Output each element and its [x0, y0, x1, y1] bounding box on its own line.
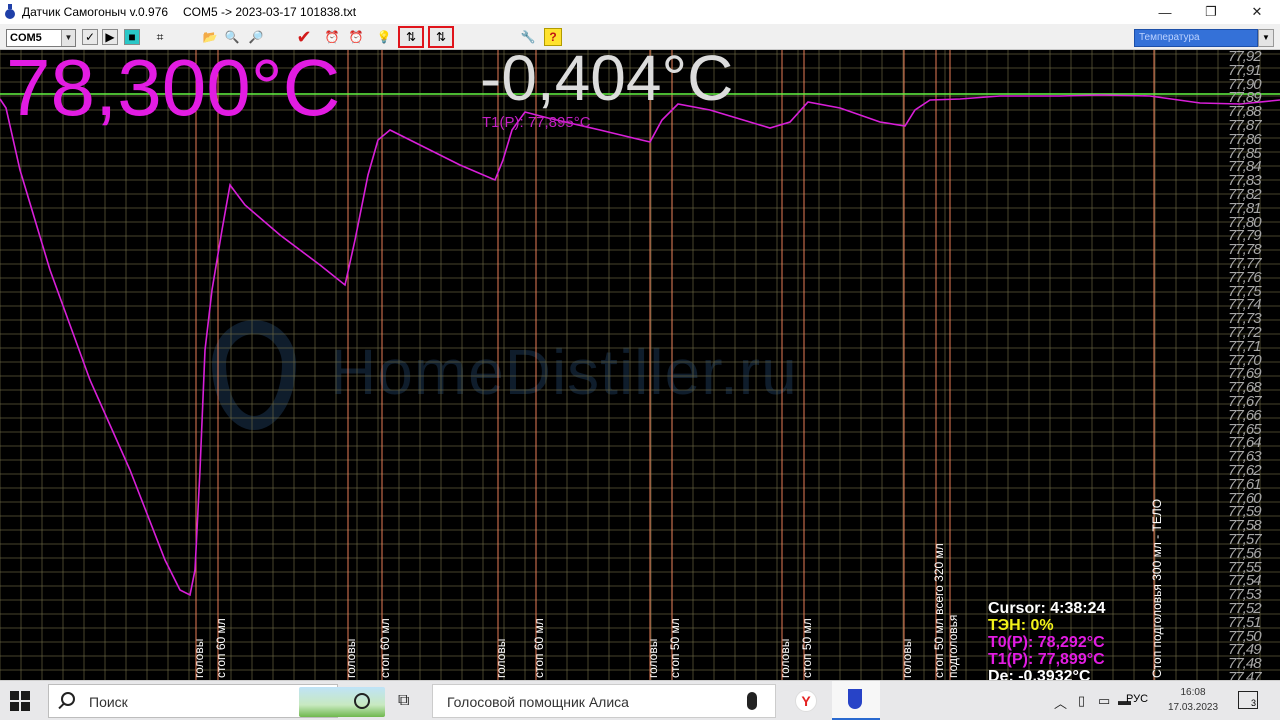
chart-svg: [0, 50, 1280, 680]
event-label: головы: [344, 638, 358, 678]
event-label: головы: [646, 638, 660, 678]
taskbar-app-samogonych[interactable]: [832, 681, 880, 720]
event-label: подголовья: [946, 614, 960, 678]
flask-icon: [848, 689, 862, 709]
window-title: Датчик Самогоныч v.0.976: [22, 5, 169, 19]
t0-value: T0(P): 78,292°C: [988, 634, 1105, 651]
event-label: головы: [192, 638, 206, 678]
series-line-t1: [0, 94, 1280, 597]
notifications-icon[interactable]: 3: [1238, 691, 1258, 709]
cursor-info: Cursor: 4:38:24 ТЭН: 0% T0(P): 78,292°C …: [988, 600, 1105, 685]
clock-date: 17.03.2023: [1167, 702, 1219, 713]
alice-label: Голосовой помощник Алиса: [447, 694, 629, 710]
microphone-icon[interactable]: [747, 692, 757, 710]
search-highlight-image: [299, 687, 385, 717]
delta-temperature: -0,404°C: [480, 42, 734, 114]
maximize-button[interactable]: ❐: [1188, 0, 1234, 24]
event-label: стоп 50 мл всего 320 мл: [932, 543, 946, 678]
marker-add-icon[interactable]: ⇅: [398, 26, 424, 48]
event-label: стоп 50 мл: [800, 618, 814, 678]
windows-start-icon[interactable]: [10, 691, 30, 711]
flask-icon: [5, 4, 15, 19]
title-bar: Датчик Самогоныч v.0.976 COM5 -> 2023-03…: [0, 0, 1280, 24]
alice-voice-assistant[interactable]: Голосовой помощник Алиса: [432, 684, 776, 718]
network-icon[interactable]: ▭: [1098, 693, 1110, 709]
close-button[interactable]: ✕: [1234, 0, 1280, 24]
temperature-chart[interactable]: HomeDistiller.ru 77,92 77,91 77,90 77,89 77,…: [0, 50, 1280, 680]
clock[interactable]: 16:08 17.03.2023: [1164, 685, 1222, 715]
marker-edit-icon[interactable]: ⇅: [428, 26, 454, 48]
main-temperature: 78,300°C: [6, 43, 341, 132]
chevron-down-icon[interactable]: ▼: [1258, 29, 1274, 47]
event-label: стоп 50 мл: [668, 618, 682, 678]
taskbar: Поиск ⧉ Голосовой помощник Алиса Y ︿ ▯ ▭…: [0, 680, 1280, 720]
search-placeholder: Поиск: [89, 694, 128, 710]
t1-readout: T1(P): 77,895°C: [482, 114, 591, 131]
device-icon[interactable]: ▯: [1078, 693, 1085, 709]
event-label: головы: [900, 638, 914, 678]
event-label: стоп 60 мл: [378, 618, 392, 678]
event-label: стоп 60 мл: [532, 618, 546, 678]
event-label: стоп 60 мл: [214, 618, 228, 678]
event-label: головы: [494, 638, 508, 678]
minimize-button[interactable]: —: [1142, 0, 1188, 24]
sensor-select[interactable]: Температура: [1134, 29, 1258, 47]
cortana-icon[interactable]: [354, 693, 370, 709]
language-indicator[interactable]: РУС: [1126, 693, 1148, 705]
cursor-time: Cursor: 4:38:24: [988, 600, 1106, 617]
yandex-browser-icon[interactable]: Y: [795, 690, 817, 712]
heater-power: ТЭН: 0%: [988, 617, 1054, 634]
alarm-off-icon[interactable]: ⏰: [346, 27, 366, 47]
y-tick-label: 77,47: [1228, 669, 1262, 680]
search-icon: [61, 692, 75, 706]
taskbar-search[interactable]: Поиск: [48, 684, 385, 718]
chevron-up-icon[interactable]: ︿: [1054, 693, 1067, 712]
event-label: Стоп подголовья 300 мл - ТЕЛО: [1150, 498, 1164, 678]
event-label: головы: [778, 638, 792, 678]
task-view-icon[interactable]: ⧉: [398, 692, 418, 710]
clock-time: 16:08: [1180, 687, 1206, 698]
window-file: COM5 -> 2023-03-17 101838.txt: [183, 5, 357, 19]
bulb-icon[interactable]: 💡: [374, 27, 394, 47]
t1-value: T1(P): 77,899°C: [988, 651, 1105, 668]
